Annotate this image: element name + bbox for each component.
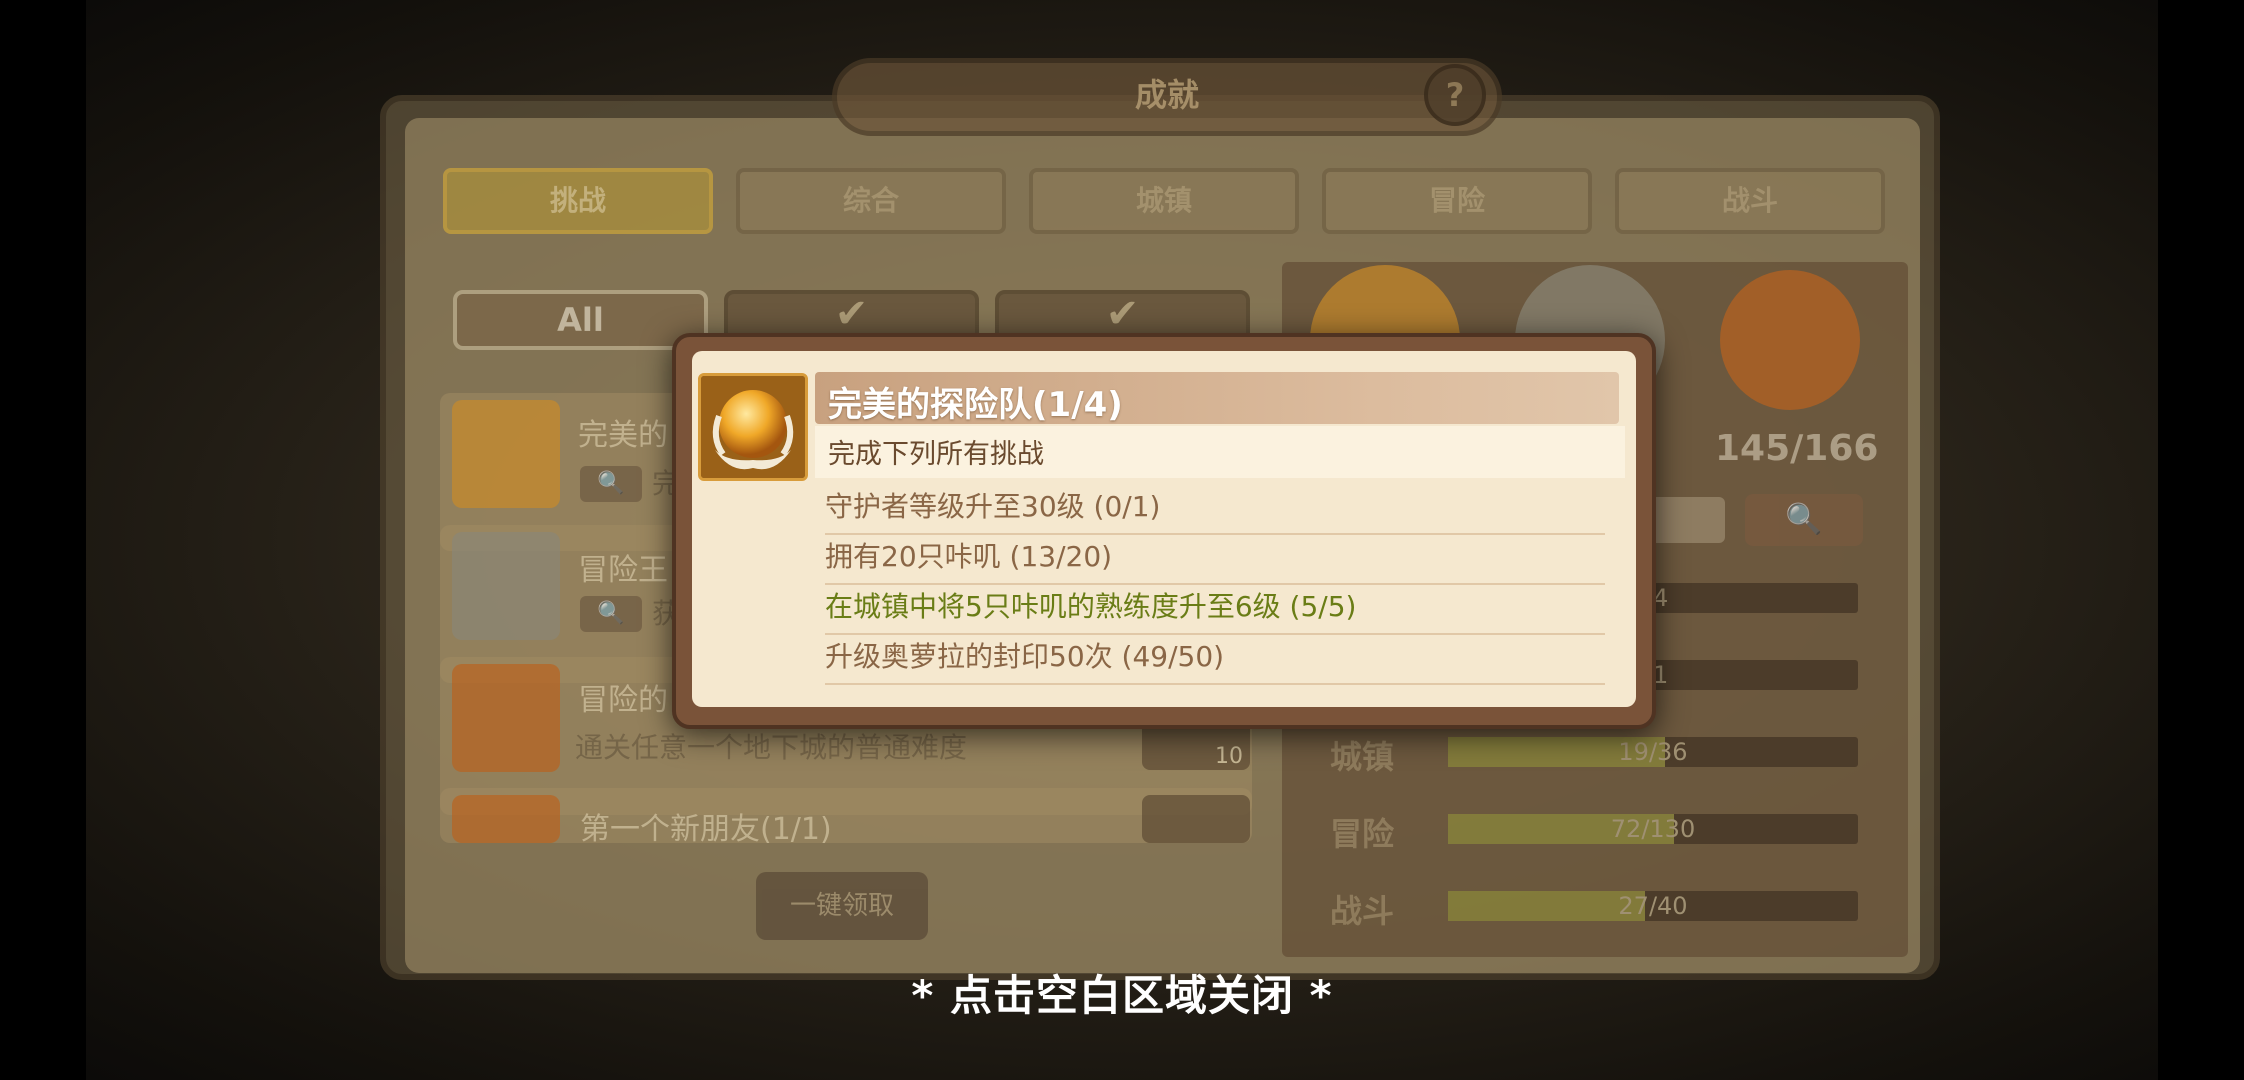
stat-bar-adventure: 72/130 [1448,814,1858,844]
requirement-item-completed: 在城镇中将5只咔叽的熟练度升至6级 (5/5) [825,585,1605,635]
medal-icon [452,400,560,508]
search-icon: 🔍 [1785,502,1823,537]
letterbox-left [0,0,86,1080]
medal-graphic [701,376,805,478]
help-book-button[interactable]: ? [1424,64,1486,126]
medal-icon [452,532,560,640]
requirement-item: 拥有20只咔叽 (13/20) [825,535,1605,585]
stat-value: 72/130 [1610,815,1696,843]
close-hint: * 点击空白区域关闭 * [911,971,1333,1020]
check-icon: ✔ [1105,291,1140,337]
tab-adventure[interactable]: 冒险 [1322,168,1592,234]
tab-general[interactable]: 综合 [736,168,1006,234]
stat-label-battle: 战斗 [1330,892,1395,930]
tab-town[interactable]: 城镇 [1029,168,1299,234]
list-item-title: 冒险王 [578,553,668,588]
medal-icon [452,664,560,772]
game-screen[interactable]: 成就 ? 挑战 综合 城镇 冒险 战斗 All ✔ ✔ 完美的 🔍 完 冒险王 … [0,0,2244,1080]
search-icon[interactable]: 🔍 [580,596,642,632]
check-icon: ✔ [834,291,869,337]
reward-button[interactable] [1142,795,1250,843]
search-glyph: 🔍 [597,601,625,626]
popup-title: 完美的探险队(1/4) [828,385,1123,425]
tab-challenge[interactable]: 挑战 [443,168,713,234]
stat-label-town: 城镇 [1330,738,1395,776]
filter-all-button[interactable]: All [453,290,708,350]
tab-battle[interactable]: 战斗 [1615,168,1885,234]
medal-icon [452,795,560,843]
stat-label-adventure: 冒险 [1330,815,1395,853]
requirement-item: 守护者等级升至30级 (0/1) [825,485,1605,535]
claim-all-button[interactable]: 一键领取 [756,872,928,940]
bronze-medal-icon [1720,270,1860,410]
search-icon[interactable]: 🔍 [580,466,642,502]
stat-value: 19/36 [1618,738,1688,766]
list-item-desc: 通关任意一个地下城的普通难度 [575,731,968,764]
search-glyph: 🔍 [597,471,625,496]
list-item-title: 第一个新朋友(1/1) [580,812,832,847]
stat-value: 27/40 [1618,892,1688,920]
filter-all-label: All [557,301,604,339]
list-item-title: 冒险的 [578,683,668,718]
question-icon: ? [1445,76,1465,114]
search-button[interactable]: 🔍 [1745,494,1863,546]
stat-bar-town: 19/36 [1448,737,1858,767]
popup-subtitle: 完成下列所有挑战 [828,439,1044,470]
list-item[interactable] [440,788,1252,843]
reward-count: 10 [1215,744,1243,769]
window-title: 成就 [1134,76,1199,114]
gold-medal-icon [698,373,808,481]
letterbox-right [2158,0,2244,1080]
requirement-item: 升级奥萝拉的封印50次 (49/50) [825,635,1605,685]
list-item-title: 完美的 [578,418,668,453]
achievement-score: 145/166 [1715,428,1879,469]
stat-bar-battle: 27/40 [1448,891,1858,921]
